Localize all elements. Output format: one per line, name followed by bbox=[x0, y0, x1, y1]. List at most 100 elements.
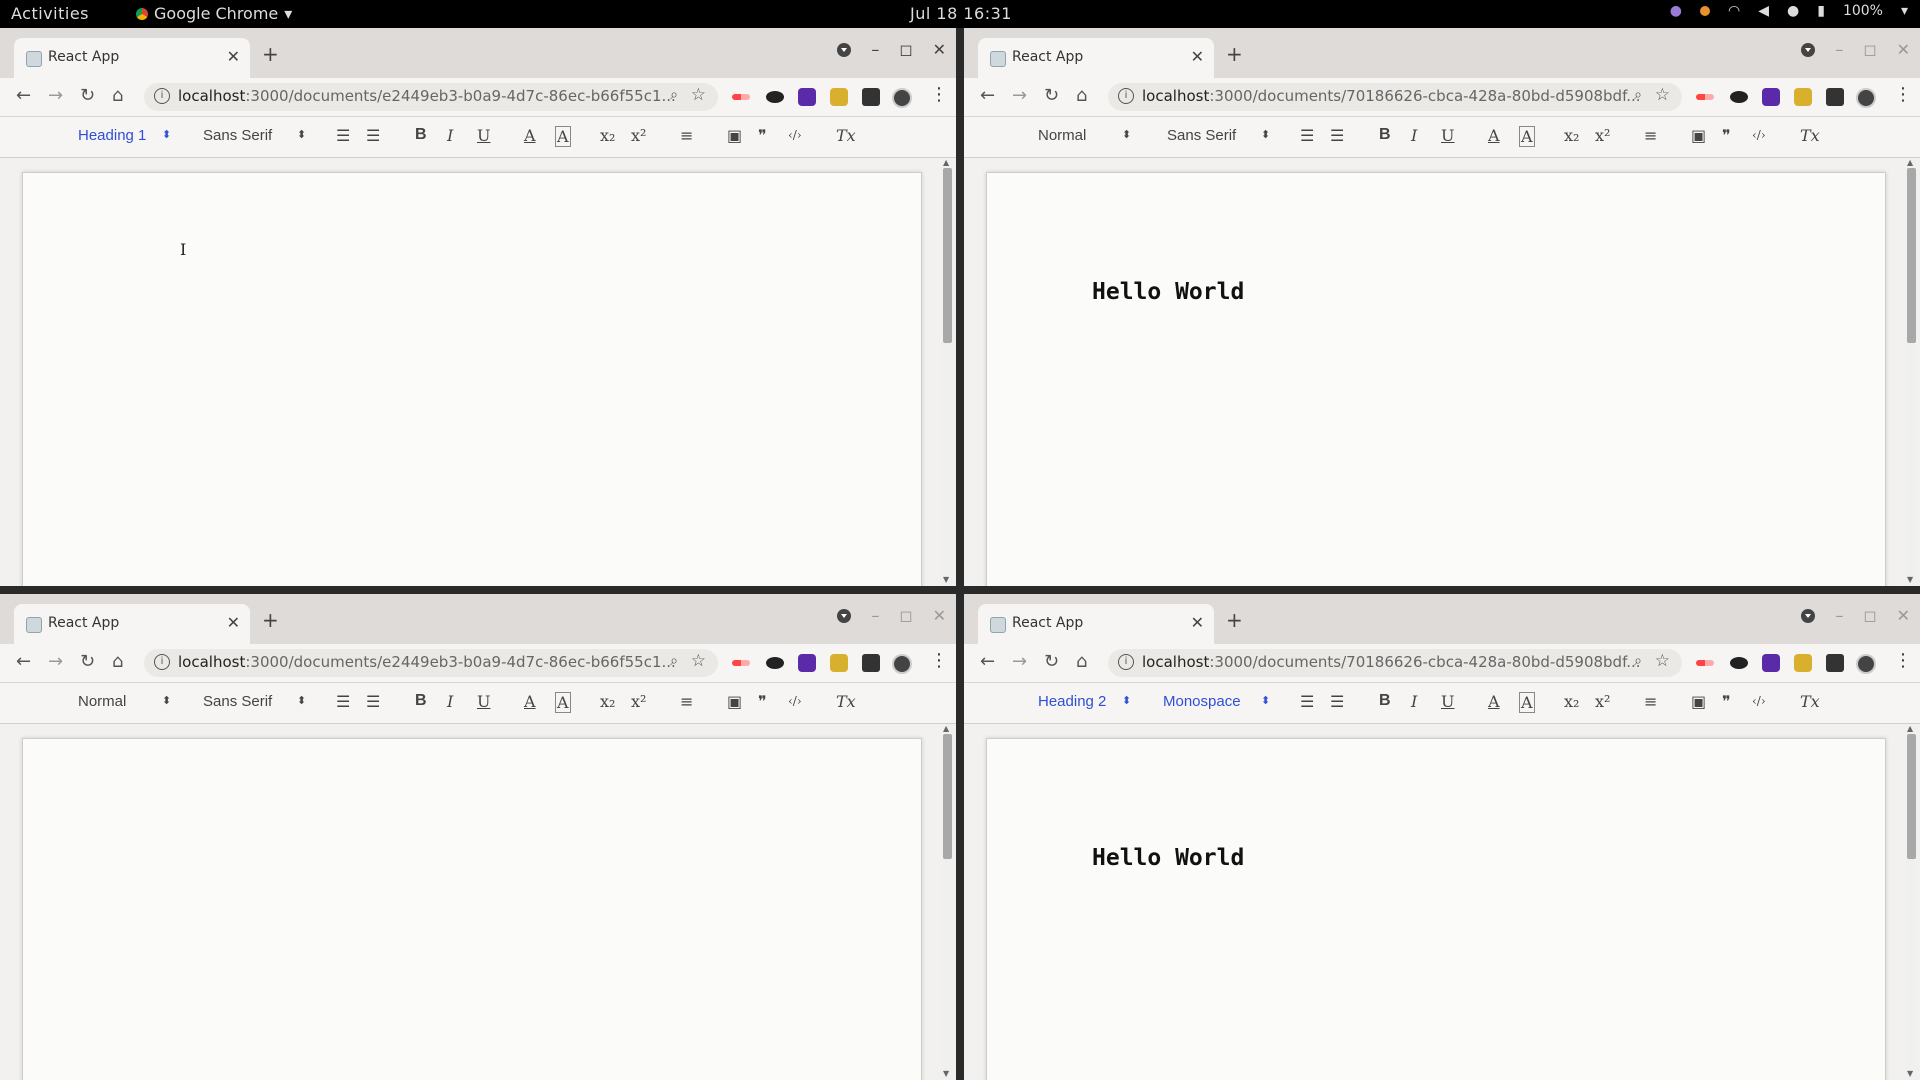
ublock-extension-icon[interactable] bbox=[798, 88, 816, 106]
minimize-icon[interactable]: – bbox=[1835, 606, 1843, 625]
maximize-icon[interactable]: ◻ bbox=[899, 606, 912, 625]
back-icon[interactable]: ← bbox=[16, 85, 31, 106]
close-window-icon[interactable]: ✕ bbox=[933, 40, 946, 59]
superscript-icon[interactable]: x² bbox=[1595, 692, 1610, 711]
tab-search-icon[interactable] bbox=[837, 42, 852, 57]
image-icon[interactable]: ▣ bbox=[727, 126, 742, 145]
home-icon[interactable]: ⌂ bbox=[1076, 651, 1087, 672]
recorder-extension-icon[interactable] bbox=[732, 94, 750, 100]
blockquote-icon[interactable]: ❞ bbox=[1722, 692, 1731, 711]
forward-icon[interactable]: → bbox=[1012, 651, 1027, 672]
back-icon[interactable]: ← bbox=[16, 651, 31, 672]
ublock-extension-icon[interactable] bbox=[1762, 88, 1780, 106]
maximize-icon[interactable]: ◻ bbox=[1863, 606, 1876, 625]
document-text[interactable]: Hello World bbox=[1092, 279, 1244, 305]
scrollbar-thumb[interactable] bbox=[943, 168, 952, 343]
home-icon[interactable]: ⌂ bbox=[112, 651, 123, 672]
header-format-select[interactable]: Normal ⬍ bbox=[78, 693, 171, 710]
close-tab-icon[interactable]: ✕ bbox=[1191, 47, 1204, 66]
bullet-list-icon[interactable]: ☰ bbox=[1330, 126, 1344, 145]
ublock-extension-icon[interactable] bbox=[1762, 654, 1780, 672]
italic-icon[interactable]: I bbox=[1411, 126, 1417, 145]
ordered-list-icon[interactable]: ☰ bbox=[336, 692, 350, 711]
ordered-list-icon[interactable]: ☰ bbox=[1300, 126, 1314, 145]
superscript-icon[interactable]: x² bbox=[1595, 126, 1610, 145]
align-icon[interactable]: ≡ bbox=[680, 692, 693, 711]
code-block-icon[interactable]: ‹/› bbox=[788, 128, 802, 142]
bold-icon[interactable]: B bbox=[415, 126, 427, 144]
extensions-puzzle-icon[interactable] bbox=[862, 88, 880, 106]
address-bar[interactable]: i localhost:3000/documents/e2449eb3-b0a9… bbox=[144, 649, 718, 677]
site-info-icon[interactable]: i bbox=[154, 88, 170, 104]
scrollbar-thumb[interactable] bbox=[943, 734, 952, 859]
home-icon[interactable]: ⌂ bbox=[1076, 85, 1087, 106]
scroll-down-icon[interactable]: ▼ bbox=[1907, 1069, 1913, 1078]
profile-avatar[interactable] bbox=[1856, 654, 1876, 674]
profile-avatar[interactable] bbox=[1856, 88, 1876, 108]
document-page[interactable]: Hello World bbox=[986, 172, 1886, 586]
clear-format-icon[interactable]: Tx bbox=[836, 126, 856, 145]
code-block-icon[interactable]: ‹/› bbox=[1752, 694, 1766, 708]
close-tab-icon[interactable]: ✕ bbox=[1191, 613, 1204, 632]
reload-icon[interactable]: ↻ bbox=[80, 85, 95, 106]
blockquote-icon[interactable]: ❞ bbox=[758, 126, 767, 145]
vertical-scrollbar[interactable]: ▲ ▼ bbox=[1906, 724, 1916, 1080]
italic-icon[interactable]: I bbox=[1411, 692, 1417, 711]
font-family-select[interactable]: Sans Serif ⬍ bbox=[1167, 127, 1270, 144]
tab-search-icon[interactable] bbox=[837, 608, 852, 623]
subscript-icon[interactable]: x₂ bbox=[1564, 126, 1579, 145]
scroll-down-icon[interactable]: ▼ bbox=[943, 1069, 949, 1078]
tab-react-app[interactable]: React App ✕ bbox=[14, 38, 250, 78]
code-block-icon[interactable]: ‹/› bbox=[788, 694, 802, 708]
header-format-select[interactable]: Heading 1 ⬍ bbox=[78, 127, 171, 144]
bookmark-star-icon[interactable]: ☆ bbox=[691, 651, 706, 671]
system-tray[interactable]: ● ◠ ◀ ● ▮ 100% ▾ bbox=[1670, 3, 1908, 19]
app-menu[interactable]: Google Chrome ▾ bbox=[136, 4, 292, 23]
document-page[interactable] bbox=[22, 738, 922, 1080]
font-family-select[interactable]: Monospace ⬍ bbox=[1163, 693, 1270, 710]
clock[interactable]: Jul 18 16:31 bbox=[910, 4, 1012, 23]
bookmark-star-icon[interactable]: ☆ bbox=[1655, 85, 1670, 105]
text-color-icon[interactable]: A bbox=[524, 692, 536, 711]
new-tab-button[interactable]: + bbox=[1226, 42, 1243, 66]
code-block-icon[interactable]: ‹/› bbox=[1752, 128, 1766, 142]
tab-search-icon[interactable] bbox=[1801, 608, 1816, 623]
image-icon[interactable]: ▣ bbox=[1691, 126, 1706, 145]
vertical-scrollbar[interactable]: ▲ ▼ bbox=[1906, 158, 1916, 586]
eye-extension-icon[interactable] bbox=[1730, 657, 1748, 669]
underline-icon[interactable]: U bbox=[477, 692, 490, 711]
bold-icon[interactable]: B bbox=[415, 692, 427, 710]
tab-react-app[interactable]: React App ✕ bbox=[14, 604, 250, 644]
tab-react-app[interactable]: React App ✕ bbox=[978, 38, 1214, 78]
minimize-icon[interactable]: – bbox=[871, 40, 879, 59]
zoom-icon[interactable]: ⌕ bbox=[670, 653, 678, 669]
extensions-puzzle-icon[interactable] bbox=[862, 654, 880, 672]
subscript-icon[interactable]: x₂ bbox=[600, 692, 615, 711]
forward-icon[interactable]: → bbox=[48, 651, 63, 672]
new-tab-button[interactable]: + bbox=[262, 608, 279, 632]
eye-extension-icon[interactable] bbox=[766, 91, 784, 103]
bullet-list-icon[interactable]: ☰ bbox=[366, 126, 380, 145]
document-text[interactable]: Hello World bbox=[1092, 845, 1244, 871]
bullet-list-icon[interactable]: ☰ bbox=[1330, 692, 1344, 711]
image-icon[interactable]: ▣ bbox=[1691, 692, 1706, 711]
close-window-icon[interactable]: ✕ bbox=[933, 606, 946, 625]
scrollbar-thumb[interactable] bbox=[1907, 734, 1916, 859]
reload-icon[interactable]: ↻ bbox=[1044, 85, 1059, 106]
text-color-icon[interactable]: A bbox=[524, 126, 536, 145]
font-family-select[interactable]: Sans Serif ⬍ bbox=[203, 693, 306, 710]
vertical-scrollbar[interactable]: ▲ ▼ bbox=[942, 158, 952, 586]
eye-extension-icon[interactable] bbox=[1730, 91, 1748, 103]
clear-format-icon[interactable]: Tx bbox=[836, 692, 856, 711]
extension-icon[interactable] bbox=[830, 88, 848, 106]
address-bar[interactable]: i localhost:3000/documents/e2449eb3-b0a9… bbox=[144, 83, 718, 111]
editor-scroll-area[interactable] bbox=[0, 724, 956, 1080]
bold-icon[interactable]: B bbox=[1379, 692, 1391, 710]
recorder-extension-icon[interactable] bbox=[1696, 94, 1714, 100]
font-family-select[interactable]: Sans Serif ⬍ bbox=[203, 127, 306, 144]
back-icon[interactable]: ← bbox=[980, 651, 995, 672]
scrollbar-thumb[interactable] bbox=[1907, 168, 1916, 343]
background-color-icon[interactable]: A bbox=[555, 126, 571, 147]
scroll-up-icon[interactable]: ▲ bbox=[943, 724, 949, 733]
site-info-icon[interactable]: i bbox=[1118, 88, 1134, 104]
